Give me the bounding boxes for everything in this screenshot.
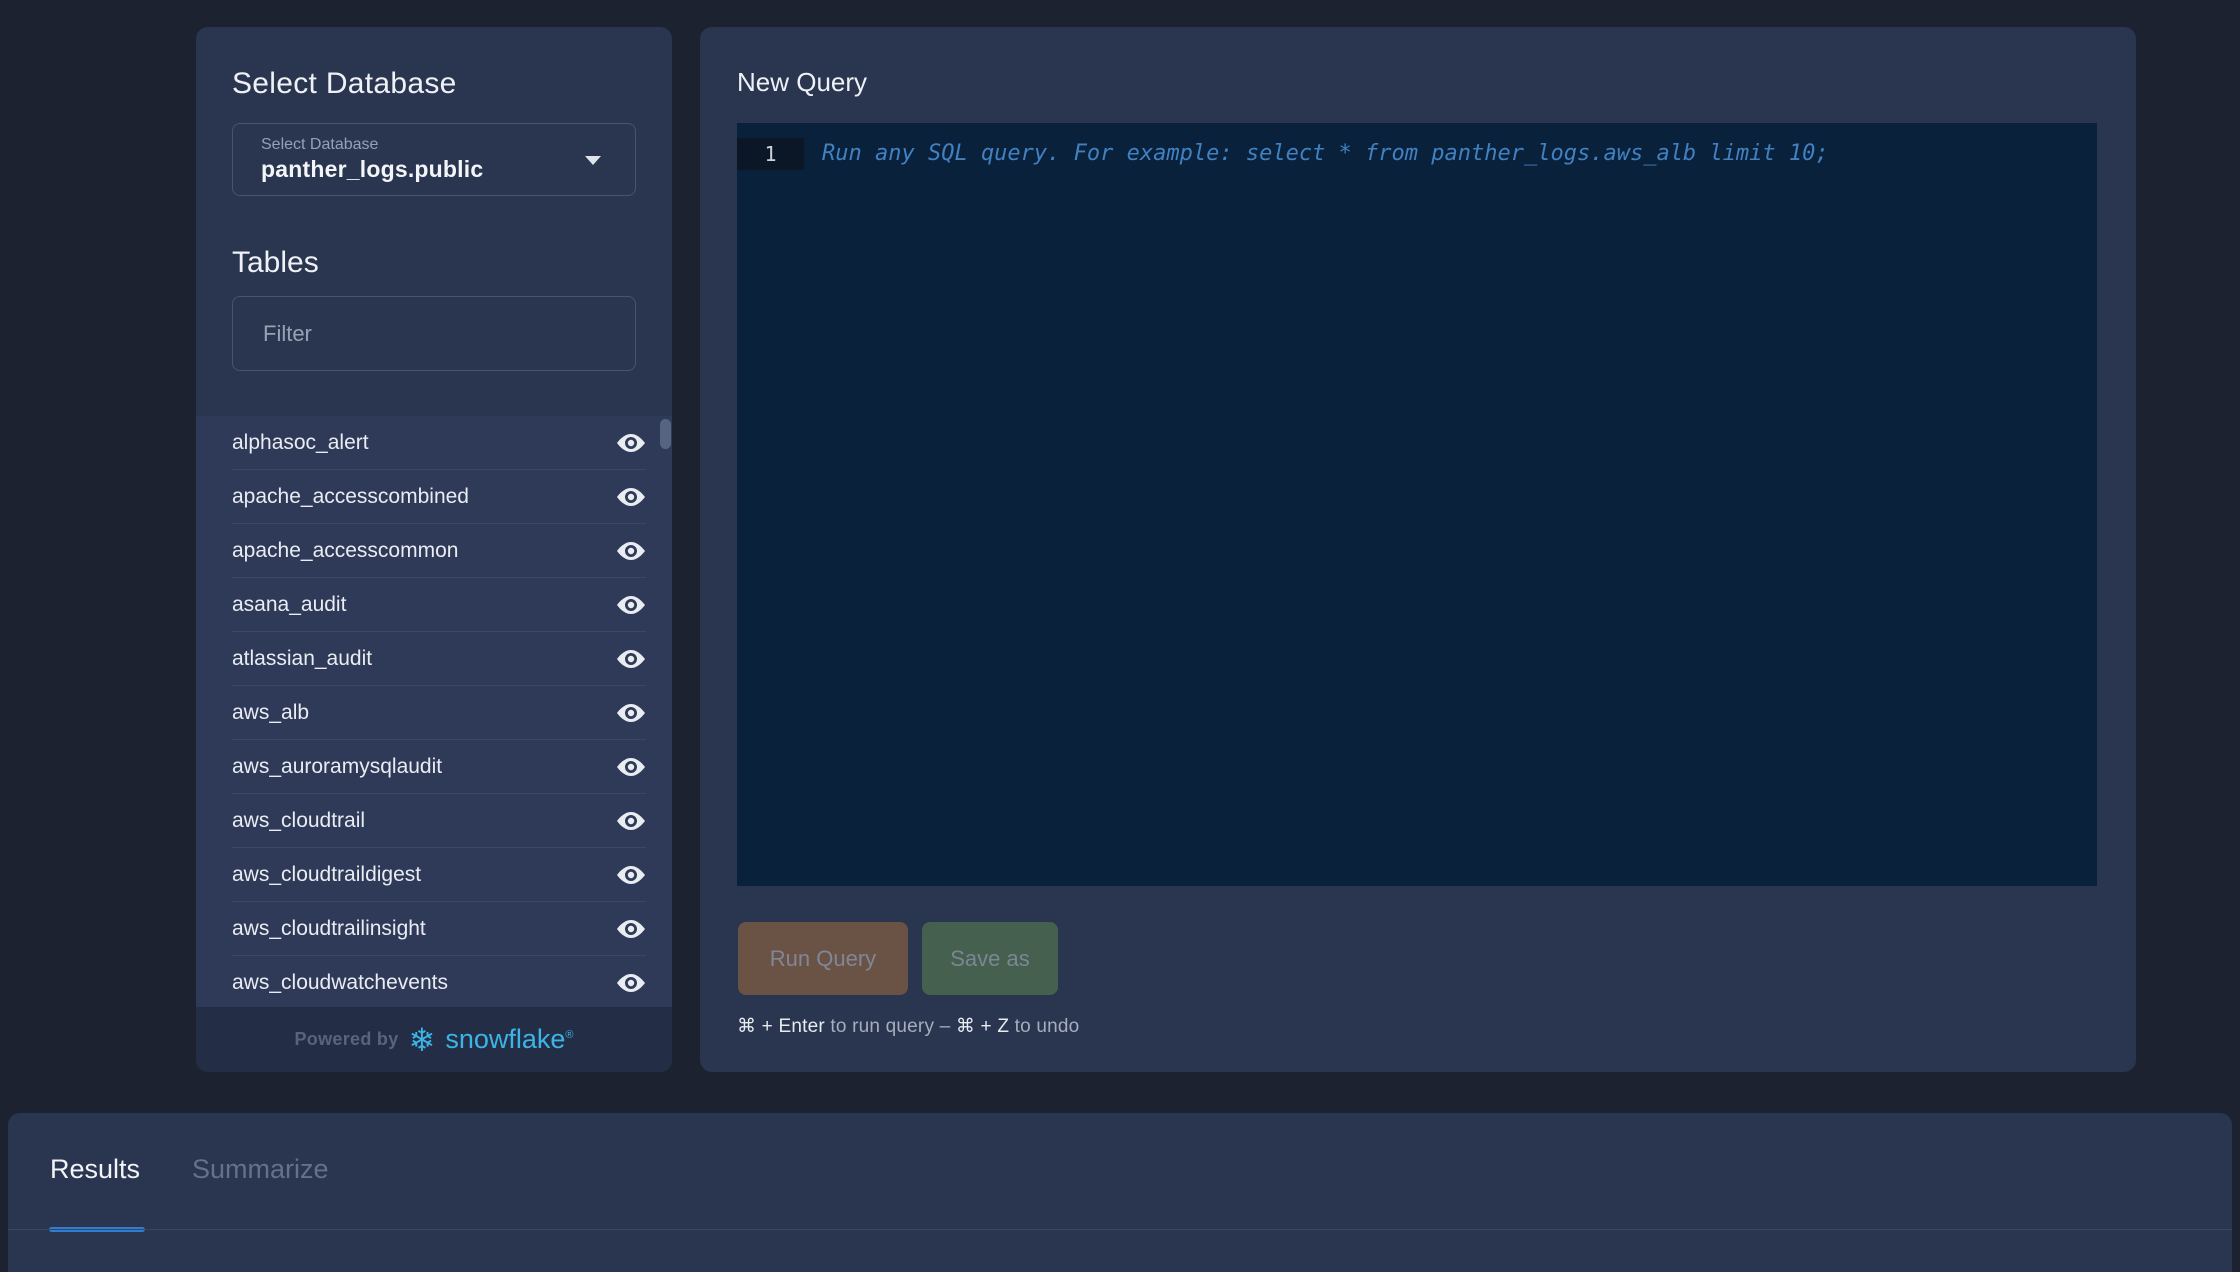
filter-box [232,296,636,371]
query-hint: ⌘ + Enter to run query – ⌘ + Z to undo [737,1015,1079,1038]
database-dropdown-label: Select Database [261,136,635,154]
database-dropdown-value: panther_logs.public [261,156,635,183]
tables-title: Tables [232,246,636,280]
new-query-panel: New Query 1 Run any SQL query. For examp… [700,27,2136,1072]
eye-icon[interactable] [616,649,646,669]
eye-icon[interactable] [616,973,646,993]
tab-results[interactable]: Results [50,1154,140,1185]
powered-by-label: Powered by [294,1029,398,1050]
eye-icon[interactable] [616,487,646,507]
table-name: apache_accesscommon [232,539,458,563]
table-row[interactable]: aws_cloudtrail [232,794,646,848]
eye-icon[interactable] [616,433,646,453]
table-name: aws_cloudtrail [232,809,365,833]
table-name: apache_accesscombined [232,485,469,509]
eye-icon[interactable] [616,757,646,777]
select-database-title: Select Database [232,67,636,101]
run-query-button[interactable]: Run Query [738,922,908,995]
tab-summarize[interactable]: Summarize [192,1154,329,1185]
results-panel: Results Summarize [8,1113,2232,1272]
table-name: asana_audit [232,593,346,617]
table-name: aws_cloudwatchevents [232,971,448,995]
table-row[interactable]: aws_cloudtrailinsight [232,902,646,956]
table-name: aws_cloudtraildigest [232,863,421,887]
editor-placeholder: Run any SQL query. For example: select *… [822,138,1829,170]
sidebar-footer: Powered by ❄ snowflake® [196,1007,672,1072]
table-name: aws_auroramysqlaudit [232,755,442,779]
table-name: aws_alb [232,701,309,725]
sidebar-header: Select Database Select Database panther_… [196,27,672,371]
table-row[interactable]: apache_accesscombined [232,470,646,524]
table-row[interactable]: asana_audit [232,578,646,632]
hint-segment: ⌘ + Z [956,1016,1009,1037]
filter-input[interactable] [261,320,607,348]
eye-icon[interactable] [616,919,646,939]
editor-line-number: 1 [737,138,804,170]
query-actions: Run Query Save as [738,922,1058,995]
eye-icon[interactable] [616,703,646,723]
table-row[interactable]: aws_cloudwatchevents [232,956,646,1007]
eye-icon[interactable] [616,595,646,615]
table-list: alphasoc_alert apache_accesscombined apa… [196,416,672,1007]
chevron-down-icon [585,156,601,165]
eye-icon[interactable] [616,541,646,561]
sql-editor[interactable]: 1 Run any SQL query. For example: select… [737,123,2097,886]
table-row[interactable]: apache_accesscommon [232,524,646,578]
table-name: atlassian_audit [232,647,372,671]
hint-segment: – [940,1016,956,1037]
results-divider [8,1229,2232,1230]
snowflake-icon: ❄ [409,1024,436,1056]
eye-icon[interactable] [616,865,646,885]
scrollbar-thumb[interactable] [660,419,671,449]
save-as-button[interactable]: Save as [922,922,1058,995]
database-dropdown[interactable]: Select Database panther_logs.public [232,123,636,196]
table-name: aws_cloudtrailinsight [232,917,426,941]
snowflake-wordmark: snowflake® [445,1024,573,1055]
table-row[interactable]: alphasoc_alert [232,416,646,470]
results-tabs: Results Summarize [50,1154,329,1185]
table-name: alphasoc_alert [232,431,369,455]
table-row[interactable]: aws_alb [232,686,646,740]
new-query-title: New Query [737,67,867,98]
hint-segment: to undo [1009,1016,1079,1037]
eye-icon[interactable] [616,811,646,831]
table-row[interactable]: atlassian_audit [232,632,646,686]
hint-segment: to run query [825,1016,940,1037]
table-row[interactable]: aws_auroramysqlaudit [232,740,646,794]
hint-segment: ⌘ + Enter [737,1016,825,1037]
trademark-symbol: ® [565,1029,573,1041]
database-sidebar-panel: Select Database Select Database panther_… [196,27,672,1072]
table-row[interactable]: aws_cloudtraildigest [232,848,646,902]
